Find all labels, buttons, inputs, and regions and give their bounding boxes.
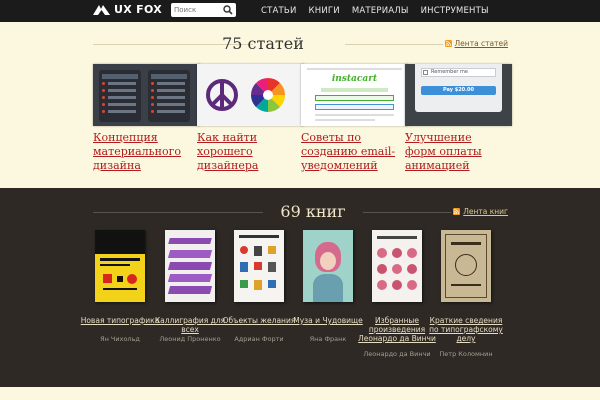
fox-logo-icon bbox=[93, 4, 110, 15]
books-section: 69 книг Лента книг Новая типографика Кал… bbox=[0, 188, 600, 387]
nav-materials[interactable]: МАТЕРИАЛЫ bbox=[352, 6, 409, 16]
book-title-link[interactable]: Краткие сведения по типографскому делу bbox=[426, 316, 506, 343]
nav-tools[interactable]: ИНСТРУМЕНТЫ bbox=[421, 6, 489, 16]
main-nav: СТАТЬИ КНИГИ МАТЕРИАЛЫ ИНСТРУМЕНТЫ bbox=[261, 0, 489, 22]
article-link[interactable]: Улучшение форм оплаты анимацией bbox=[405, 131, 500, 173]
site-logo[interactable]: UX FOX bbox=[93, 3, 162, 16]
search-box[interactable] bbox=[171, 3, 236, 17]
search-icon[interactable] bbox=[223, 5, 233, 15]
phone-mockup bbox=[99, 70, 141, 122]
book-title-link[interactable]: Объекты желания bbox=[219, 316, 299, 325]
book-title-link[interactable]: Муза и Чудовище bbox=[288, 316, 368, 325]
book-cover[interactable] bbox=[441, 230, 491, 302]
nav-articles[interactable]: СТАТЬИ bbox=[261, 6, 297, 16]
nav-books[interactable]: КНИГИ bbox=[309, 6, 340, 16]
article-thumb-designer[interactable] bbox=[197, 64, 304, 126]
book-cover[interactable] bbox=[372, 230, 422, 302]
article-link[interactable]: Как найти хорошего дизайнера bbox=[197, 131, 292, 173]
book-cover[interactable] bbox=[165, 230, 215, 302]
instacart-logo: instacart bbox=[331, 74, 378, 84]
book-author: Адриан Форти bbox=[234, 335, 284, 343]
color-wheel-icon bbox=[251, 78, 285, 112]
rss-icon bbox=[453, 208, 461, 215]
book-author: Леонид Проненко bbox=[159, 335, 221, 343]
books-header: 69 книг Лента книг bbox=[93, 202, 508, 222]
top-navigation-bar: UX FOX СТАТЬИ КНИГИ МАТЕРИАЛЫ ИНСТРУМЕНТ… bbox=[0, 0, 600, 22]
article-thumb-email[interactable]: instacart bbox=[301, 64, 408, 126]
book-author: Петр Коломнин bbox=[439, 350, 493, 358]
articles-count-heading: 75 статей bbox=[222, 34, 304, 53]
logo-text: UX FOX bbox=[114, 3, 162, 16]
payment-form: Remember me Pay $20.00 bbox=[415, 64, 502, 112]
phone-mockup bbox=[148, 70, 190, 122]
book-author: Ян Чихольд bbox=[100, 335, 140, 343]
book-cover[interactable] bbox=[303, 230, 353, 302]
articles-feed-label: Лента статей bbox=[454, 39, 508, 48]
books-feed-link[interactable]: Лента книг bbox=[453, 207, 508, 216]
remember-me-checkbox: Remember me bbox=[421, 68, 496, 77]
book-title-link[interactable]: Каллиграфия для всех bbox=[150, 316, 230, 334]
search-input[interactable] bbox=[174, 4, 222, 16]
book-author: Леонардо да Винчи bbox=[363, 350, 431, 358]
book-title-link[interactable]: Новая типографика bbox=[80, 316, 160, 325]
article-link[interactable]: Концепция материального дизайна bbox=[93, 131, 188, 173]
pay-button: Pay $20.00 bbox=[421, 86, 496, 95]
articles-header: 75 статей Лента статей bbox=[93, 34, 508, 54]
book-cover[interactable] bbox=[234, 230, 284, 302]
book-cover[interactable] bbox=[95, 230, 145, 302]
article-link[interactable]: Советы по созданию email-уведомлений bbox=[301, 131, 396, 173]
page-bottom-strip bbox=[0, 387, 600, 400]
article-thumb-material-design[interactable] bbox=[93, 64, 200, 126]
book-author: Яна Франк bbox=[309, 335, 347, 343]
rss-icon bbox=[444, 40, 452, 47]
peace-icon bbox=[206, 79, 238, 111]
book-title-link[interactable]: Избранные произведения Леонардо да Винчи bbox=[357, 316, 437, 343]
books-feed-label: Лента книг bbox=[463, 207, 508, 216]
article-thumb-payment[interactable]: Remember me Pay $20.00 bbox=[405, 64, 512, 126]
articles-feed-link[interactable]: Лента статей bbox=[444, 39, 508, 48]
articles-section: 75 статей Лента статей instacart Remembe… bbox=[0, 22, 600, 188]
